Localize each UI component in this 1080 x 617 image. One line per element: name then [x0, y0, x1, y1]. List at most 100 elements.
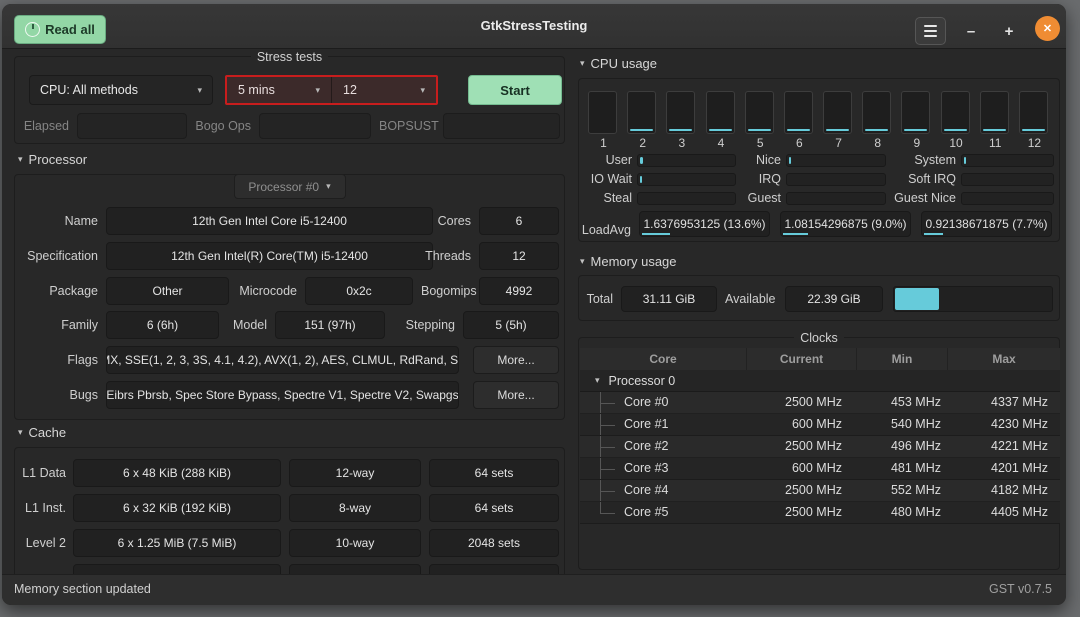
- minimize-button[interactable]: –: [956, 17, 986, 45]
- clock-table-row[interactable]: Core #0 2500 MHz 453 MHz 4337 MHz: [580, 392, 1060, 414]
- stress-duration-value: 5 mins: [238, 83, 275, 97]
- read-all-button[interactable]: Read all: [14, 15, 106, 44]
- chevron-down-icon: ▾: [197, 85, 202, 96]
- name-label: Name: [21, 207, 98, 235]
- memory-available-label: Available: [725, 286, 775, 312]
- bogo-ops-field[interactable]: [259, 113, 371, 139]
- cpu-core-levelbar: [941, 91, 970, 134]
- cpu-usage-bar-fill: [640, 176, 642, 183]
- bopsust-label: BOPSUST: [379, 113, 431, 139]
- loadavg-fill: [924, 233, 943, 235]
- close-button[interactable]: ✕: [1035, 16, 1060, 41]
- maximize-button[interactable]: +: [994, 17, 1024, 45]
- stress-tests-frame: Stress tests CPU: All methods ▾ 5 mins ▾…: [14, 56, 565, 144]
- specification-value: 12th Gen Intel(R) Core(TM) i5-12400: [106, 242, 433, 270]
- clocks-header-core[interactable]: Core: [580, 348, 746, 370]
- cache-ways-value: 8-way: [289, 494, 421, 522]
- clock-table-row[interactable]: Core #3 600 MHz 481 MHz 4201 MHz: [580, 458, 1060, 480]
- cpu-usage-bar: [637, 154, 736, 167]
- microcode-value: 0x2c: [305, 277, 413, 305]
- cpu-usage-bar-label: Steal: [587, 191, 632, 205]
- elapsed-field[interactable]: [77, 113, 187, 139]
- cpu-usage-bar: [961, 173, 1054, 186]
- refresh-icon: [25, 22, 40, 37]
- clock-current-value: 600 MHz: [746, 458, 856, 479]
- tree-branch-icon: [600, 480, 616, 501]
- clock-current-value: 2500 MHz: [746, 392, 856, 413]
- stress-workers-dropdown[interactable]: 12 ▾: [332, 77, 436, 103]
- bogomips-value: 4992: [479, 277, 559, 305]
- clock-core-name: Core #0: [624, 395, 668, 409]
- cpu-core-meter: 5: [745, 91, 776, 150]
- flags-more-button[interactable]: More...: [473, 346, 559, 374]
- cpu-usage-bars: User Nice System IO Wait: [587, 153, 1055, 205]
- stress-tests-frame-label: Stress tests: [15, 48, 564, 66]
- cpu-core-meter: 8: [862, 91, 893, 150]
- cpu-core-number: 11: [980, 136, 1011, 150]
- clock-table-row[interactable]: Core #1 600 MHz 540 MHz 4230 MHz: [580, 414, 1060, 436]
- cache-expander[interactable]: ▾ Cache: [18, 425, 66, 440]
- clock-table-row[interactable]: Core #4 2500 MHz 552 MHz 4182 MHz: [580, 480, 1060, 502]
- cpu-usage-expander[interactable]: ▾ CPU usage: [580, 56, 657, 71]
- tree-expander-icon: ▾: [595, 376, 600, 385]
- stress-method-dropdown[interactable]: CPU: All methods ▾: [29, 75, 213, 105]
- titlebar: Read all GtkStressTesting – + ✕: [2, 4, 1066, 49]
- clocks-group-row[interactable]: ▾ Processor 0: [580, 370, 1060, 392]
- menu-button[interactable]: [915, 17, 946, 45]
- clock-max-value: 4182 MHz: [947, 480, 1060, 501]
- stress-duration-dropdown[interactable]: 5 mins ▾: [227, 77, 331, 103]
- cpu-usage-bar: [637, 192, 736, 205]
- app-version: GST v0.7.5: [989, 575, 1052, 604]
- cpu-usage-bar-label: IRQ: [741, 172, 781, 186]
- memory-usage-fill: [895, 288, 939, 310]
- bogomips-label: Bogomips: [421, 277, 471, 305]
- cpu-core-levelbar: [666, 91, 695, 134]
- expander-arrow-icon: ▾: [580, 257, 585, 266]
- cpu-core-number: 1: [588, 136, 619, 150]
- threads-label: Threads: [423, 242, 471, 270]
- cpu-core-number: 12: [1019, 136, 1050, 150]
- cpu-core-fill: [630, 129, 653, 131]
- cpu-core-number: 7: [823, 136, 854, 150]
- highlighted-stress-options: 5 mins ▾ 12 ▾: [225, 75, 438, 105]
- bopsust-field[interactable]: [443, 113, 560, 139]
- clock-core-cell: Core #0: [580, 392, 746, 413]
- clock-table-row[interactable]: Core #5 2500 MHz 480 MHz 4405 MHz: [580, 502, 1060, 524]
- clock-min-value: 552 MHz: [856, 480, 947, 501]
- loadavg-value: 0.92138671875 (7.7%): [925, 217, 1047, 231]
- processor-selector-dropdown[interactable]: Processor #0 ▾: [234, 174, 346, 199]
- cache-row: L1 Data 6 x 48 KiB (288 KiB) 12-way 64 s…: [15, 459, 565, 487]
- loadavg-values: 1.6376953125 (13.6%) 1.08154296875 (9.0%…: [639, 211, 1052, 237]
- clock-core-cell: Core #5: [580, 502, 746, 523]
- cpu-usage-bar-label: IO Wait: [587, 172, 632, 186]
- cpu-core-meters: 1 2 3: [588, 91, 1050, 150]
- clock-min-value: 481 MHz: [856, 458, 947, 479]
- cpu-usage-bar-label: Soft IRQ: [891, 172, 956, 186]
- cpu-core-levelbar: [862, 91, 891, 134]
- clocks-header-current[interactable]: Current: [746, 348, 856, 370]
- cpu-core-fill: [983, 129, 1006, 131]
- status-message: Memory section updated: [14, 575, 151, 604]
- cache-ways-value: 12-way: [289, 459, 421, 487]
- clocks-header-max[interactable]: Max: [947, 348, 1060, 370]
- bugs-more-button[interactable]: More...: [473, 381, 559, 409]
- clock-max-value: 4221 MHz: [947, 436, 1060, 457]
- cpu-core-fill: [709, 129, 732, 131]
- loadavg-levelbar: 1.6376953125 (13.6%): [639, 211, 770, 237]
- clock-core-cell: Core #1: [580, 414, 746, 435]
- start-button[interactable]: Start: [468, 75, 562, 105]
- chevron-down-icon: ▾: [315, 85, 320, 96]
- cpu-core-meter: 1: [588, 91, 619, 150]
- chevron-down-icon: ▾: [420, 85, 425, 96]
- memory-total-label: Total: [583, 286, 613, 312]
- processor-expander[interactable]: ▾ Processor: [18, 152, 87, 167]
- package-value: Other: [106, 277, 229, 305]
- clock-core-name: Core #1: [624, 417, 668, 431]
- cpu-core-levelbar: [1019, 91, 1048, 134]
- clock-table-row[interactable]: Core #2 2500 MHz 496 MHz 4221 MHz: [580, 436, 1060, 458]
- clock-current-value: 2500 MHz: [746, 436, 856, 457]
- clocks-header-min[interactable]: Min: [856, 348, 947, 370]
- cpu-usage-bar-label: User: [587, 153, 632, 167]
- memory-usage-expander[interactable]: ▾ Memory usage: [580, 254, 677, 269]
- cpu-core-levelbar: [627, 91, 656, 134]
